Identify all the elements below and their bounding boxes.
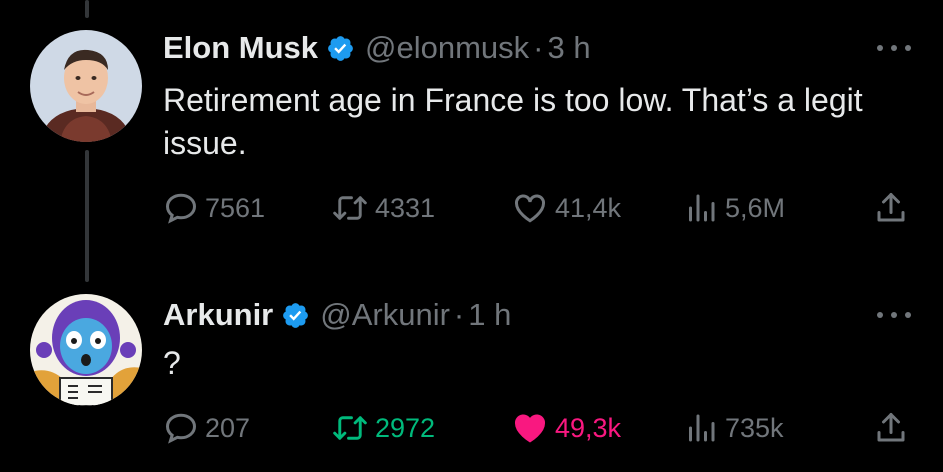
tweet-header: Elon Musk @elonmusk · 3 h [163, 30, 591, 66]
tweet-arkunir[interactable]: Arkunir @Arkunir · 1 h ? 207 2972 49,3k … [0, 270, 943, 472]
retweet-count: 4331 [375, 192, 436, 223]
views-chart-icon [689, 414, 715, 442]
like-button[interactable]: 49,3k [511, 410, 621, 446]
more-dots-icon[interactable] [877, 310, 911, 320]
separator-dot: · [533, 30, 544, 65]
reply-count: 207 [205, 412, 251, 443]
views-button[interactable]: 5,6M [683, 190, 785, 226]
separator-dot: · [453, 297, 465, 332]
tweet-text: Retirement age in France is too low. Tha… [163, 82, 863, 161]
heart-icon [514, 414, 546, 443]
like-count: 41,4k [555, 192, 622, 223]
retweet-button[interactable]: 4331 [331, 190, 435, 226]
like-count: 49,3k [555, 412, 622, 443]
reply-count: 7561 [205, 192, 266, 223]
verified-badge-icon[interactable] [326, 34, 355, 63]
timestamp[interactable]: 1 h [468, 297, 511, 333]
tweet-actions: 207 2972 49,3k 735k [163, 410, 913, 446]
reply-button[interactable]: 207 [163, 410, 250, 446]
handle[interactable]: @Arkunir [320, 297, 450, 333]
verified-badge-icon[interactable] [281, 301, 310, 330]
reply-icon [165, 193, 197, 224]
avatar-elon-image [30, 30, 142, 142]
views-button[interactable]: 735k [683, 410, 784, 446]
avatar-elon[interactable] [30, 30, 142, 142]
tweet-text: ? [163, 345, 181, 381]
retweet-icon [333, 196, 367, 220]
heart-icon [514, 194, 546, 223]
share-button[interactable] [873, 190, 915, 226]
tweet-actions: 7561 4331 41,4k 5,6M [163, 190, 913, 226]
display-name[interactable]: Arkunir [163, 297, 273, 333]
share-icon [877, 413, 905, 442]
handle[interactable]: @elonmusk [365, 30, 529, 66]
views-chart-icon [689, 194, 715, 222]
share-icon [877, 193, 905, 222]
display-name[interactable]: Elon Musk [163, 30, 318, 66]
share-button[interactable] [873, 410, 915, 446]
views-count: 5,6M [725, 192, 786, 223]
tweet-header: Arkunir @Arkunir · 1 h [163, 297, 511, 333]
like-button[interactable]: 41,4k [511, 190, 621, 226]
tweet-elon[interactable]: Elon Musk @elonmusk · 3 h Retirement age… [0, 0, 943, 270]
retweet-count: 2972 [375, 412, 436, 443]
views-count: 735k [725, 412, 784, 443]
avatar-arkunir[interactable] [30, 294, 142, 406]
timestamp[interactable]: 3 h [548, 30, 591, 66]
avatar-arkunir-image [30, 294, 142, 406]
retweet-icon [333, 416, 367, 440]
reply-button[interactable]: 7561 [163, 190, 265, 226]
more-dots-icon[interactable] [877, 43, 911, 53]
retweet-button[interactable]: 2972 [331, 410, 435, 446]
reply-icon [165, 413, 197, 444]
